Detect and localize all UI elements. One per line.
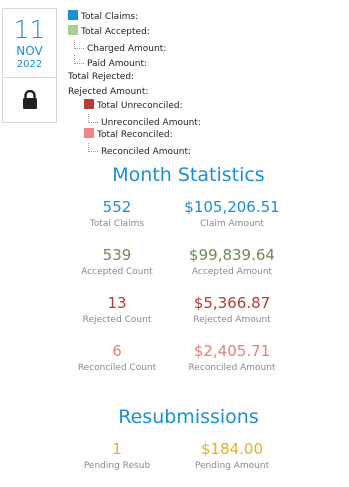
accepted-amount-value: $99,839.64	[189, 246, 275, 264]
pending-resub-label: Pending Resub	[83, 461, 151, 471]
lock-icon	[22, 90, 37, 109]
claim-amount-label: Claim Amount	[200, 219, 264, 229]
legend-rejected-amount: Rejected Amount:	[68, 85, 148, 99]
rejected-amount-label: Rejected Amount	[193, 315, 271, 325]
reconciled-count-stat: 6 Reconciled Count	[52, 342, 182, 374]
date-month: NOV	[16, 44, 43, 58]
date-day: 11	[13, 15, 46, 44]
total-claims-value: 552	[102, 198, 132, 216]
reconciled-amount-label: Reconciled Amount	[188, 363, 276, 373]
legend-charged-amount: Charged Amount:	[74, 40, 166, 54]
rejected-amount-value: $5,366.87	[193, 294, 271, 312]
rejected-count-stat: 13 Rejected Count	[52, 294, 182, 326]
legend-total-reconciled: Total Reconciled:	[84, 128, 173, 142]
date-display: 11 NOV 2022	[3, 9, 56, 78]
legend-total-accepted-label: Total Accepted:	[81, 27, 150, 37]
legend-unreconciled-amount: Unreconciled Amount:	[88, 114, 201, 128]
legend-paid-amount-label: Paid Amount:	[87, 59, 148, 69]
legend-rejected-amount-label: Rejected Amount:	[68, 87, 149, 97]
accepted-count-label: Accepted Count	[81, 267, 153, 277]
claim-amount-value: $105,206.51	[184, 198, 280, 216]
legend-paid-amount: Paid Amount:	[74, 55, 147, 69]
rejected-count-value: 13	[107, 294, 127, 312]
unreconciled-swatch	[84, 99, 94, 109]
legend-total-accepted: Total Accepted:	[68, 25, 150, 39]
rejected-count-label: Rejected Count	[82, 315, 152, 325]
rejected-amount-stat: $5,366.87 Rejected Amount	[167, 294, 297, 326]
date-year: 2022	[16, 59, 43, 70]
legend-total-claims: Total Claims:	[68, 10, 138, 24]
accepted-amount-label: Accepted Amount	[191, 267, 273, 277]
tree-connector	[74, 55, 84, 64]
tree-connector	[88, 143, 98, 152]
date-card: 11 NOV 2022	[2, 8, 57, 123]
reconciled-swatch	[84, 128, 94, 138]
legend-total-unreconciled: Total Unreconciled:	[84, 99, 183, 113]
lock-button[interactable]	[3, 77, 56, 123]
legend-reconciled-amount-label: Reconciled Amount:	[101, 147, 192, 157]
legend-total-rejected: Total Rejected:	[68, 70, 134, 84]
legend-total-rejected-label: Total Rejected:	[68, 72, 135, 82]
reconciled-amount-stat: $2,405.71 Reconciled Amount	[167, 342, 297, 374]
accepted-count-stat: 539 Accepted Count	[52, 246, 182, 278]
pending-amount-label: Pending Amount	[194, 461, 270, 471]
legend-total-reconciled-label: Total Reconciled:	[97, 130, 173, 140]
claims-swatch	[68, 10, 78, 20]
reconciled-count-value: 6	[112, 342, 122, 360]
reconciled-amount-value: $2,405.71	[193, 342, 271, 360]
pending-amount-stat: $184.00 Pending Amount	[167, 440, 297, 472]
accepted-swatch	[68, 25, 78, 35]
legend-total-unreconciled-label: Total Unreconciled:	[97, 101, 183, 111]
claim-amount-stat: $105,206.51 Claim Amount	[167, 198, 297, 230]
reconciled-count-label: Reconciled Count	[77, 363, 157, 373]
pending-amount-value: $184.00	[200, 440, 264, 458]
tree-connector	[74, 40, 84, 49]
pending-resub-value: 1	[112, 440, 122, 458]
legend-unreconciled-amount-label: Unreconciled Amount:	[101, 118, 201, 128]
month-statistics-title: Month Statistics	[112, 164, 265, 186]
total-claims-label: Total Claims	[89, 219, 145, 229]
total-claims-stat: 552 Total Claims	[52, 198, 182, 230]
accepted-amount-stat: $99,839.64 Accepted Amount	[167, 246, 297, 278]
legend-total-claims-label: Total Claims:	[81, 12, 139, 22]
accepted-count-value: 539	[102, 246, 132, 264]
legend-reconciled-amount: Reconciled Amount:	[88, 143, 191, 157]
resubmissions-title: Resubmissions	[118, 406, 259, 428]
pending-resub-stat: 1 Pending Resub	[52, 440, 182, 472]
legend-charged-amount-label: Charged Amount:	[87, 44, 167, 54]
tree-connector	[88, 114, 98, 123]
